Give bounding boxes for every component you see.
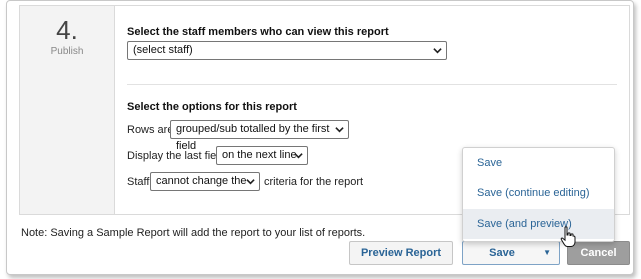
- staff-select[interactable]: (select staff): [127, 41, 447, 60]
- display-label: Display the last field: [127, 150, 225, 162]
- criteria-label: criteria for the report: [264, 176, 364, 188]
- staff-section-title: Select the staff members who can view th…: [127, 26, 389, 38]
- chevron-down-icon: [335, 127, 344, 133]
- save-button-label: Save: [489, 247, 515, 259]
- rows-select[interactable]: grouped/sub totalled by the first field: [170, 120, 349, 152]
- display-select[interactable]: on the next line: [216, 146, 308, 165]
- step-number: 4.: [56, 15, 78, 45]
- staff-permission-select[interactable]: cannot change the: [150, 172, 260, 191]
- menu-item-save[interactable]: Save: [463, 148, 614, 178]
- options-section-title: Select the options for this report: [127, 101, 297, 113]
- save-button[interactable]: Save ▼: [462, 241, 560, 265]
- step-label: Publish: [50, 46, 84, 57]
- section-divider: [127, 84, 617, 85]
- chevron-down-icon: [433, 48, 442, 54]
- staff-permission-value: cannot change the: [156, 175, 247, 187]
- preview-report-button[interactable]: Preview Report: [349, 241, 453, 265]
- report-dialog: 4. Publish Select the staff members who …: [6, 0, 634, 275]
- chevron-down-icon: [246, 179, 255, 185]
- caret-down-icon[interactable]: ▼: [543, 242, 551, 264]
- hand-pointer-icon: [560, 226, 576, 247]
- rows-label: Rows are: [127, 124, 174, 136]
- menu-item-save-continue[interactable]: Save (continue editing): [463, 178, 614, 208]
- staff-label: Staff: [127, 176, 150, 188]
- staff-select-value: (select staff): [133, 44, 193, 56]
- menu-item-save-preview[interactable]: Save (and preview): [463, 209, 614, 239]
- cancel-button[interactable]: Cancel: [567, 241, 630, 265]
- display-select-value: on the next line: [222, 149, 297, 161]
- step-column: 4. Publish: [20, 6, 115, 214]
- save-dropdown-menu: Save Save (continue editing) Save (and p…: [462, 147, 615, 242]
- footer-note: Note: Saving a Sample Report will add th…: [21, 227, 366, 239]
- chevron-down-icon: [294, 153, 303, 159]
